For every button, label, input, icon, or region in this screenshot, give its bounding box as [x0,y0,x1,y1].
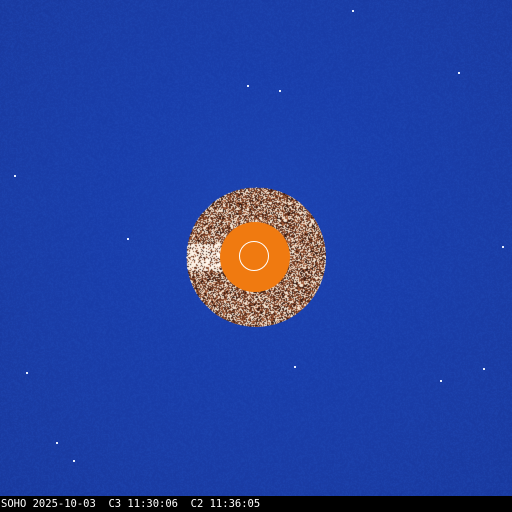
star [56,442,58,444]
star [352,10,354,12]
star [440,380,442,382]
star [279,90,281,92]
solar-limb-outline [239,241,269,271]
star [14,175,16,177]
star [458,72,460,74]
star [26,372,28,374]
star [73,460,75,462]
star [127,238,129,240]
timestamp-caption: SOHO 2025-10-03 C3 11:30:06 C2 11:36:05 [0,496,512,512]
star [247,85,249,87]
star [483,368,485,370]
star [502,246,504,248]
coronagraph-frame: SOHO 2025-10-03 C3 11:30:06 C2 11:36:05 [0,0,512,512]
star [294,366,296,368]
